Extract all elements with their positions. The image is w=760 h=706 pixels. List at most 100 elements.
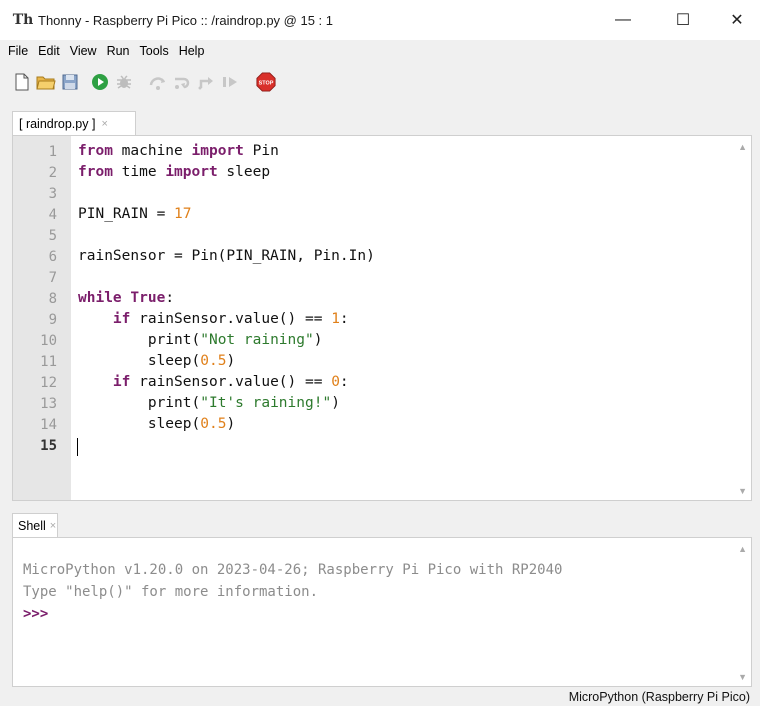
code-line-9: if rainSensor.value() == 1: bbox=[78, 311, 349, 327]
window-title: Thonny - Raspberry Pi Pico :: /raindrop.… bbox=[38, 12, 333, 28]
code-line-8: while True: bbox=[78, 290, 174, 306]
keyword: if bbox=[112, 311, 131, 327]
code-text: sleep bbox=[217, 164, 271, 180]
number-literal: 17 bbox=[174, 206, 192, 222]
menu-edit[interactable]: Edit bbox=[33, 44, 65, 58]
keyword: import bbox=[191, 143, 244, 159]
menu-run[interactable]: Run bbox=[102, 44, 135, 58]
code-text: rainSensor = Pin(PIN_RAIN, Pin.In) bbox=[78, 248, 375, 264]
line-number: 14 bbox=[40, 417, 57, 433]
line-number: 8 bbox=[48, 291, 57, 307]
keyword: import bbox=[165, 164, 218, 180]
code-text: ) bbox=[226, 353, 236, 369]
code-text: print( bbox=[147, 332, 201, 348]
code-editor[interactable]: 1 2 3 4 5 6 7 8 9 10 11 12 13 14 15 from… bbox=[12, 135, 752, 501]
tab-raindrop[interactable]: [ raindrop.py ] × bbox=[12, 111, 136, 135]
menu-file[interactable]: File bbox=[0, 44, 33, 58]
code-text: Pin bbox=[243, 143, 279, 159]
line-number: 6 bbox=[48, 249, 57, 265]
tab-close-icon[interactable]: × bbox=[101, 118, 107, 130]
step-into-icon[interactable] bbox=[172, 72, 192, 92]
line-number: 1 bbox=[48, 144, 57, 160]
shell-prompt: >>> bbox=[23, 606, 49, 622]
shell-scroll-down-arrow-icon[interactable]: ▼ bbox=[738, 672, 747, 682]
number-literal: 0 bbox=[331, 374, 340, 390]
string-literal: "Not raining" bbox=[200, 332, 314, 348]
code-text: : bbox=[339, 374, 349, 390]
step-out-icon[interactable] bbox=[196, 72, 216, 92]
code-line-1: from machine import Pin bbox=[78, 143, 279, 159]
current-line-number: 15 bbox=[40, 438, 57, 454]
minimize-button[interactable]: — bbox=[600, 0, 646, 40]
code-text: sleep( bbox=[147, 353, 201, 369]
code-text: : bbox=[165, 290, 175, 306]
status-bar: MicroPython (Raspberry Pi Pico) bbox=[0, 688, 760, 706]
code-text: print( bbox=[147, 395, 201, 411]
line-number: 13 bbox=[40, 396, 57, 412]
number-literal: 1 bbox=[331, 311, 340, 327]
number-literal: 0.5 bbox=[200, 416, 227, 432]
resume-icon[interactable] bbox=[220, 72, 240, 92]
menu-tools[interactable]: Tools bbox=[135, 44, 174, 58]
code-text: rainSensor.value() == bbox=[130, 374, 332, 390]
line-number: 11 bbox=[40, 354, 57, 370]
code-text: PIN_RAIN = bbox=[78, 206, 175, 222]
open-folder-icon[interactable] bbox=[36, 72, 56, 92]
step-over-icon[interactable] bbox=[148, 72, 168, 92]
shell-banner-line: MicroPython v1.20.0 on 2023-04-26; Raspb… bbox=[23, 562, 563, 578]
number-literal: 0.5 bbox=[200, 353, 227, 369]
thonny-logo-icon: Th bbox=[12, 12, 34, 28]
code-text: ) bbox=[226, 416, 236, 432]
code-text: machine bbox=[112, 143, 192, 159]
menu-view[interactable]: View bbox=[65, 44, 102, 58]
line-number-gutter: 1 2 3 4 5 6 7 8 9 10 11 12 13 14 15 bbox=[13, 136, 71, 500]
title-bar: Th Thonny - Raspberry Pi Pico :: /raindr… bbox=[0, 0, 760, 40]
run-icon[interactable] bbox=[90, 72, 110, 92]
keyword: while bbox=[78, 290, 122, 306]
line-number: 5 bbox=[48, 228, 57, 244]
line-number: 3 bbox=[48, 186, 57, 202]
string-literal: "It's raining!" bbox=[200, 395, 332, 411]
debug-icon[interactable] bbox=[114, 72, 134, 92]
tab-label: [ raindrop.py ] bbox=[19, 116, 96, 131]
code-text: sleep( bbox=[147, 416, 201, 432]
shell-console[interactable]: MicroPython v1.20.0 on 2023-04-26; Raspb… bbox=[12, 537, 752, 687]
keyword: from bbox=[78, 164, 113, 180]
shell-scroll-up-arrow-icon[interactable]: ▲ bbox=[738, 544, 747, 554]
line-number: 9 bbox=[48, 312, 57, 328]
maximize-button[interactable]: ☐ bbox=[660, 0, 706, 40]
code-line-14: sleep(0.5) bbox=[78, 416, 235, 432]
line-number: 10 bbox=[40, 333, 57, 349]
keyword: True bbox=[130, 290, 166, 306]
scroll-down-arrow-icon[interactable]: ▼ bbox=[738, 486, 747, 496]
keyword: if bbox=[112, 374, 131, 390]
code-line-4: PIN_RAIN = 17 bbox=[78, 206, 192, 222]
tab-shell[interactable]: Shell × bbox=[12, 513, 58, 537]
shell-tab-label: Shell bbox=[18, 518, 46, 533]
stop-icon[interactable]: STOP bbox=[256, 72, 276, 92]
code-text: time bbox=[112, 164, 166, 180]
new-file-icon[interactable] bbox=[12, 72, 32, 92]
shell-tab-close-icon[interactable]: × bbox=[50, 520, 56, 532]
code-line-13: print("It's raining!") bbox=[78, 395, 340, 411]
scroll-up-arrow-icon[interactable]: ▲ bbox=[738, 142, 747, 152]
code-line-12: if rainSensor.value() == 0: bbox=[78, 374, 349, 390]
line-number: 2 bbox=[48, 165, 57, 181]
code-line-10: print("Not raining") bbox=[78, 332, 323, 348]
code-line-6: rainSensor = Pin(PIN_RAIN, Pin.In) bbox=[78, 248, 375, 264]
save-icon[interactable] bbox=[60, 72, 80, 92]
code-text: : bbox=[339, 311, 349, 327]
code-text: rainSensor.value() == bbox=[130, 311, 332, 327]
code-line-11: sleep(0.5) bbox=[78, 353, 235, 369]
close-button[interactable]: ✕ bbox=[714, 0, 760, 40]
line-number: 7 bbox=[48, 270, 57, 286]
line-number: 4 bbox=[48, 207, 57, 223]
interpreter-selector[interactable]: MicroPython (Raspberry Pi Pico) bbox=[569, 690, 750, 704]
menu-help[interactable]: Help bbox=[174, 44, 210, 58]
